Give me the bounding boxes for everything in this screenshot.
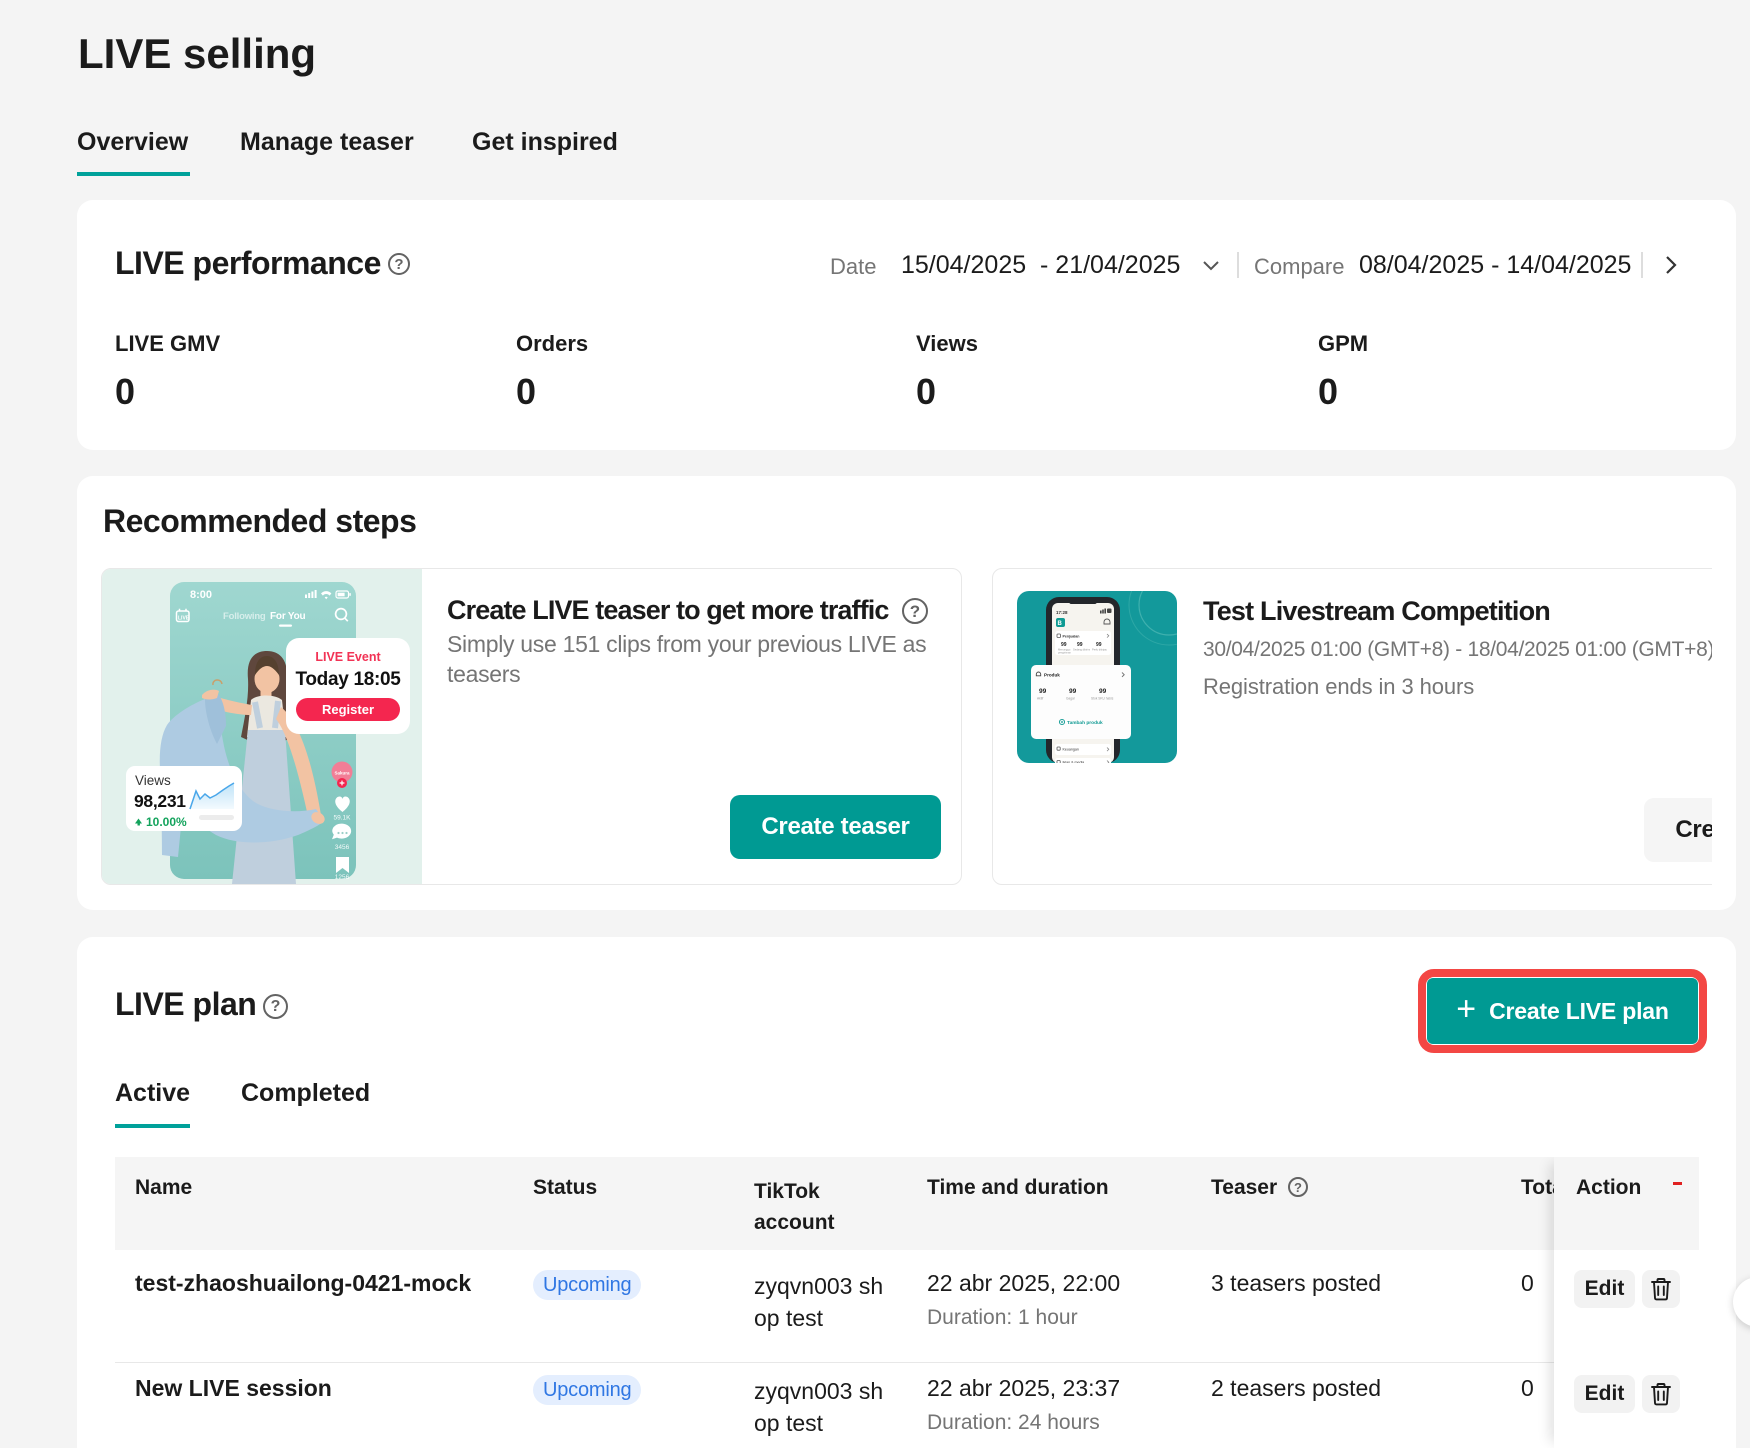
svg-text:99: 99 xyxy=(1099,688,1107,695)
svg-text:59.1K: 59.1K xyxy=(334,815,352,822)
svg-text:99: 99 xyxy=(1069,688,1077,695)
svg-text:pengiriman: pengiriman xyxy=(1058,651,1071,655)
svg-text:98,231: 98,231 xyxy=(134,791,186,811)
svg-text:Tambah produk: Tambah produk xyxy=(1067,720,1103,726)
svg-text:Stok SKU habis: Stok SKU habis xyxy=(1091,697,1114,701)
svg-text:For You: For You xyxy=(270,611,306,622)
svg-text:3456: 3456 xyxy=(335,844,350,851)
svg-text:99: 99 xyxy=(1039,688,1047,695)
svg-text:1256: 1256 xyxy=(335,874,350,881)
svg-text:Keuangan: Keuangan xyxy=(1063,748,1079,752)
svg-text:Sakura: Sakura xyxy=(334,771,350,776)
svg-text:Perlu ditinjau: Perlu ditinjau xyxy=(1092,648,1108,652)
svg-text:Gagal: Gagal xyxy=(1066,697,1075,701)
svg-text:Register: Register xyxy=(322,702,374,717)
svg-text:99: 99 xyxy=(1096,642,1102,648)
svg-text:Today 18:05: Today 18:05 xyxy=(295,669,401,690)
svg-text:Produk: Produk xyxy=(1044,673,1060,678)
svg-text:LIVE Event: LIVE Event xyxy=(315,650,381,664)
svg-text:Penjualan: Penjualan xyxy=(1063,635,1080,639)
svg-text:10.00%: 10.00% xyxy=(146,815,187,829)
svg-text:Aktif: Aktif xyxy=(1037,697,1043,701)
svg-text:Sedang dikirim: Sedang dikirim xyxy=(1073,648,1090,652)
svg-text:Following: Following xyxy=(223,611,266,622)
svg-text:17:28: 17:28 xyxy=(1056,610,1068,615)
svg-text:Iklan & media: Iklan & media xyxy=(1063,761,1085,764)
svg-text:LIVE: LIVE xyxy=(178,616,190,622)
svg-text:B: B xyxy=(1058,621,1063,627)
svg-text:99: 99 xyxy=(1061,642,1067,648)
svg-text:8:00: 8:00 xyxy=(190,589,212,601)
svg-text:Views: Views xyxy=(135,773,171,788)
svg-text:99: 99 xyxy=(1077,642,1083,648)
